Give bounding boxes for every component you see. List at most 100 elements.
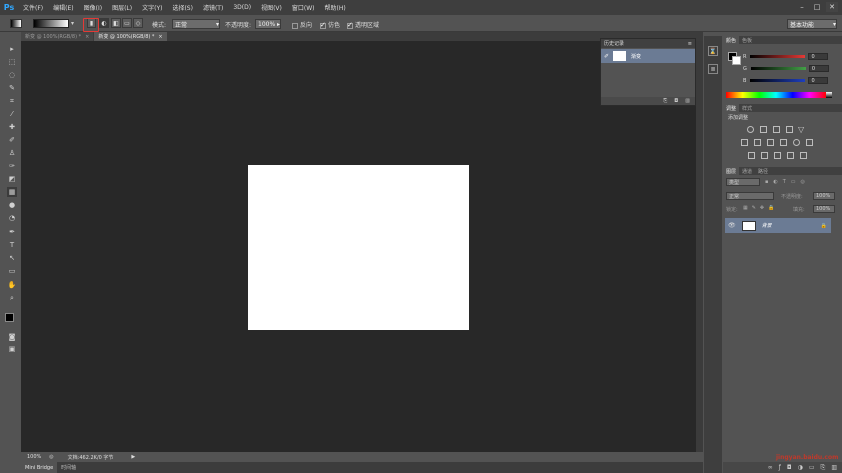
workspace-select[interactable]: 基本功能 ▾	[787, 19, 837, 29]
red-slider[interactable]	[750, 55, 806, 58]
menu-view[interactable]: 视图(V)	[256, 3, 287, 12]
crop-tool-icon[interactable]: ⌗	[7, 96, 17, 106]
vertical-scrollbar[interactable]	[696, 41, 703, 452]
zoom-tool-icon[interactable]: ⌕	[7, 293, 17, 303]
tab-color[interactable]: 颜色	[723, 36, 740, 44]
gradient-dropdown-icon[interactable]: ▾	[71, 20, 74, 27]
shape-tool-icon[interactable]: ▭	[7, 266, 17, 276]
type-tool-icon[interactable]: T	[7, 240, 17, 250]
color-balance-icon[interactable]	[754, 139, 761, 146]
reverse-checkbox[interactable]	[292, 22, 298, 29]
angle-gradient-icon[interactable]: ◧	[111, 18, 121, 28]
tab-channels[interactable]: 通道	[739, 168, 755, 175]
hand-tool-icon[interactable]: ✋	[7, 280, 17, 290]
color-background-swatch[interactable]	[732, 56, 741, 65]
curves-icon[interactable]	[773, 126, 780, 133]
vibrance-icon[interactable]: ▽	[798, 125, 804, 134]
reverse-option[interactable]: 反向	[292, 20, 312, 29]
radial-gradient-icon[interactable]: ◐	[99, 18, 109, 28]
layer-filter-icons[interactable]: ▪◐T▭◎	[765, 179, 810, 185]
trash-icon[interactable]: ▥	[685, 98, 690, 104]
tab-timeline[interactable]: 时间轴	[57, 464, 80, 471]
layer-opacity-input[interactable]: 100%	[813, 192, 835, 200]
history-dock-icon[interactable]: ⌛	[708, 46, 718, 56]
camera-icon[interactable]: ◘	[674, 98, 678, 104]
history-state[interactable]: ✐ 渐变	[601, 49, 695, 63]
quick-mask-icon[interactable]: ◙	[7, 332, 17, 342]
minimize-icon[interactable]: –	[796, 2, 808, 12]
menu-image[interactable]: 图像(I)	[79, 3, 107, 12]
mode-select[interactable]: 正常 ▾	[172, 19, 220, 29]
opacity-input[interactable]: 100% ▸	[255, 19, 281, 29]
pen-tool-icon[interactable]: ✒	[7, 227, 17, 237]
brightness-icon[interactable]	[747, 126, 754, 133]
hue-saturation-icon[interactable]	[741, 139, 748, 146]
menu-3d[interactable]: 3D(D)	[228, 4, 256, 11]
link-layers-icon[interactable]: ∞	[768, 464, 773, 471]
new-layer-icon[interactable]: ⎘	[821, 464, 826, 472]
menu-help[interactable]: 帮助(H)	[320, 3, 351, 12]
status-menu-icon[interactable]: ◎	[49, 454, 53, 460]
healing-brush-tool-icon[interactable]: ✚	[7, 122, 17, 132]
foreground-color-swatch[interactable]	[5, 313, 14, 322]
threshold-icon[interactable]	[774, 152, 781, 159]
gradient-map-icon[interactable]	[787, 152, 794, 159]
close-icon[interactable]: ✕	[826, 2, 838, 12]
menu-type[interactable]: 文字(Y)	[137, 3, 167, 12]
adjustment-layer-icon[interactable]: ◑	[798, 464, 803, 471]
play-icon[interactable]: ▶	[131, 454, 135, 460]
transparency-checkbox[interactable]	[347, 21, 353, 29]
photo-filter-icon[interactable]	[780, 139, 787, 146]
black-white-icon[interactable]	[767, 139, 774, 146]
dodge-tool-icon[interactable]: ◔	[7, 213, 17, 223]
green-slider[interactable]	[750, 67, 806, 70]
tab-styles[interactable]: 样式	[739, 105, 755, 112]
levels-icon[interactable]	[760, 126, 767, 133]
gradient-tool-preset-icon[interactable]	[10, 19, 22, 28]
marquee-tool-icon[interactable]: ⬚	[7, 57, 17, 67]
history-brush-icon[interactable]: ✐	[604, 53, 609, 60]
blue-value-input[interactable]: 0	[808, 77, 829, 84]
tab-document-1[interactable]: 新变 @ 100%(RGB/8) * ×	[21, 32, 94, 41]
panel-menu-icon[interactable]: ≡	[688, 41, 692, 47]
maximize-icon[interactable]: □	[811, 2, 823, 12]
tab-layers[interactable]: 图层	[723, 167, 740, 175]
gradient-tool-icon[interactable]: ▦	[7, 187, 17, 197]
eraser-tool-icon[interactable]: ◩	[7, 174, 17, 184]
zoom-level[interactable]: 100%	[27, 454, 41, 460]
reflected-gradient-icon[interactable]: ▭	[122, 18, 132, 28]
quick-select-tool-icon[interactable]: ✎	[7, 83, 17, 93]
add-mask-icon[interactable]: ◘	[787, 464, 792, 471]
blur-tool-icon[interactable]: ●	[7, 200, 17, 210]
gradient-editor-preview[interactable]	[33, 19, 69, 28]
diamond-gradient-icon[interactable]: ◇	[133, 18, 143, 28]
exposure-icon[interactable]	[786, 126, 793, 133]
invert-icon[interactable]	[748, 152, 755, 159]
close-icon[interactable]: ×	[158, 34, 162, 40]
dither-checkbox[interactable]	[320, 21, 326, 29]
path-select-tool-icon[interactable]: ↖	[7, 253, 17, 263]
selective-color-icon[interactable]	[800, 152, 807, 159]
menu-window[interactable]: 窗口(W)	[287, 3, 320, 12]
tab-swatches[interactable]: 色板	[739, 37, 755, 44]
visibility-eye-icon[interactable]: 👁	[728, 222, 736, 229]
tab-history[interactable]: 历史记录	[604, 40, 624, 47]
tab-paths[interactable]: 路径	[755, 168, 771, 175]
spectrum-bw[interactable]	[826, 92, 832, 98]
document-canvas[interactable]	[248, 165, 469, 330]
posterize-icon[interactable]	[761, 152, 768, 159]
canvas-area[interactable]	[21, 41, 696, 452]
channel-mixer-icon[interactable]	[793, 139, 800, 146]
history-brush-tool-icon[interactable]: ✑	[7, 161, 17, 171]
menu-filter[interactable]: 滤镜(T)	[198, 3, 228, 12]
properties-dock-icon[interactable]: ≣	[708, 64, 718, 74]
menu-layer[interactable]: 图层(L)	[107, 3, 137, 12]
screen-mode-icon[interactable]: ▣	[7, 344, 17, 354]
red-value-input[interactable]: 0	[808, 53, 829, 60]
layer-fill-input[interactable]: 100%	[813, 205, 835, 213]
stamp-tool-icon[interactable]: ♙	[7, 148, 17, 158]
new-document-icon[interactable]: ⎘	[663, 98, 667, 104]
lock-icons[interactable]: ▦✎✥🔒	[743, 205, 778, 211]
close-icon[interactable]: ×	[85, 34, 89, 40]
tab-mini-bridge[interactable]: Mini Bridge	[21, 462, 58, 473]
